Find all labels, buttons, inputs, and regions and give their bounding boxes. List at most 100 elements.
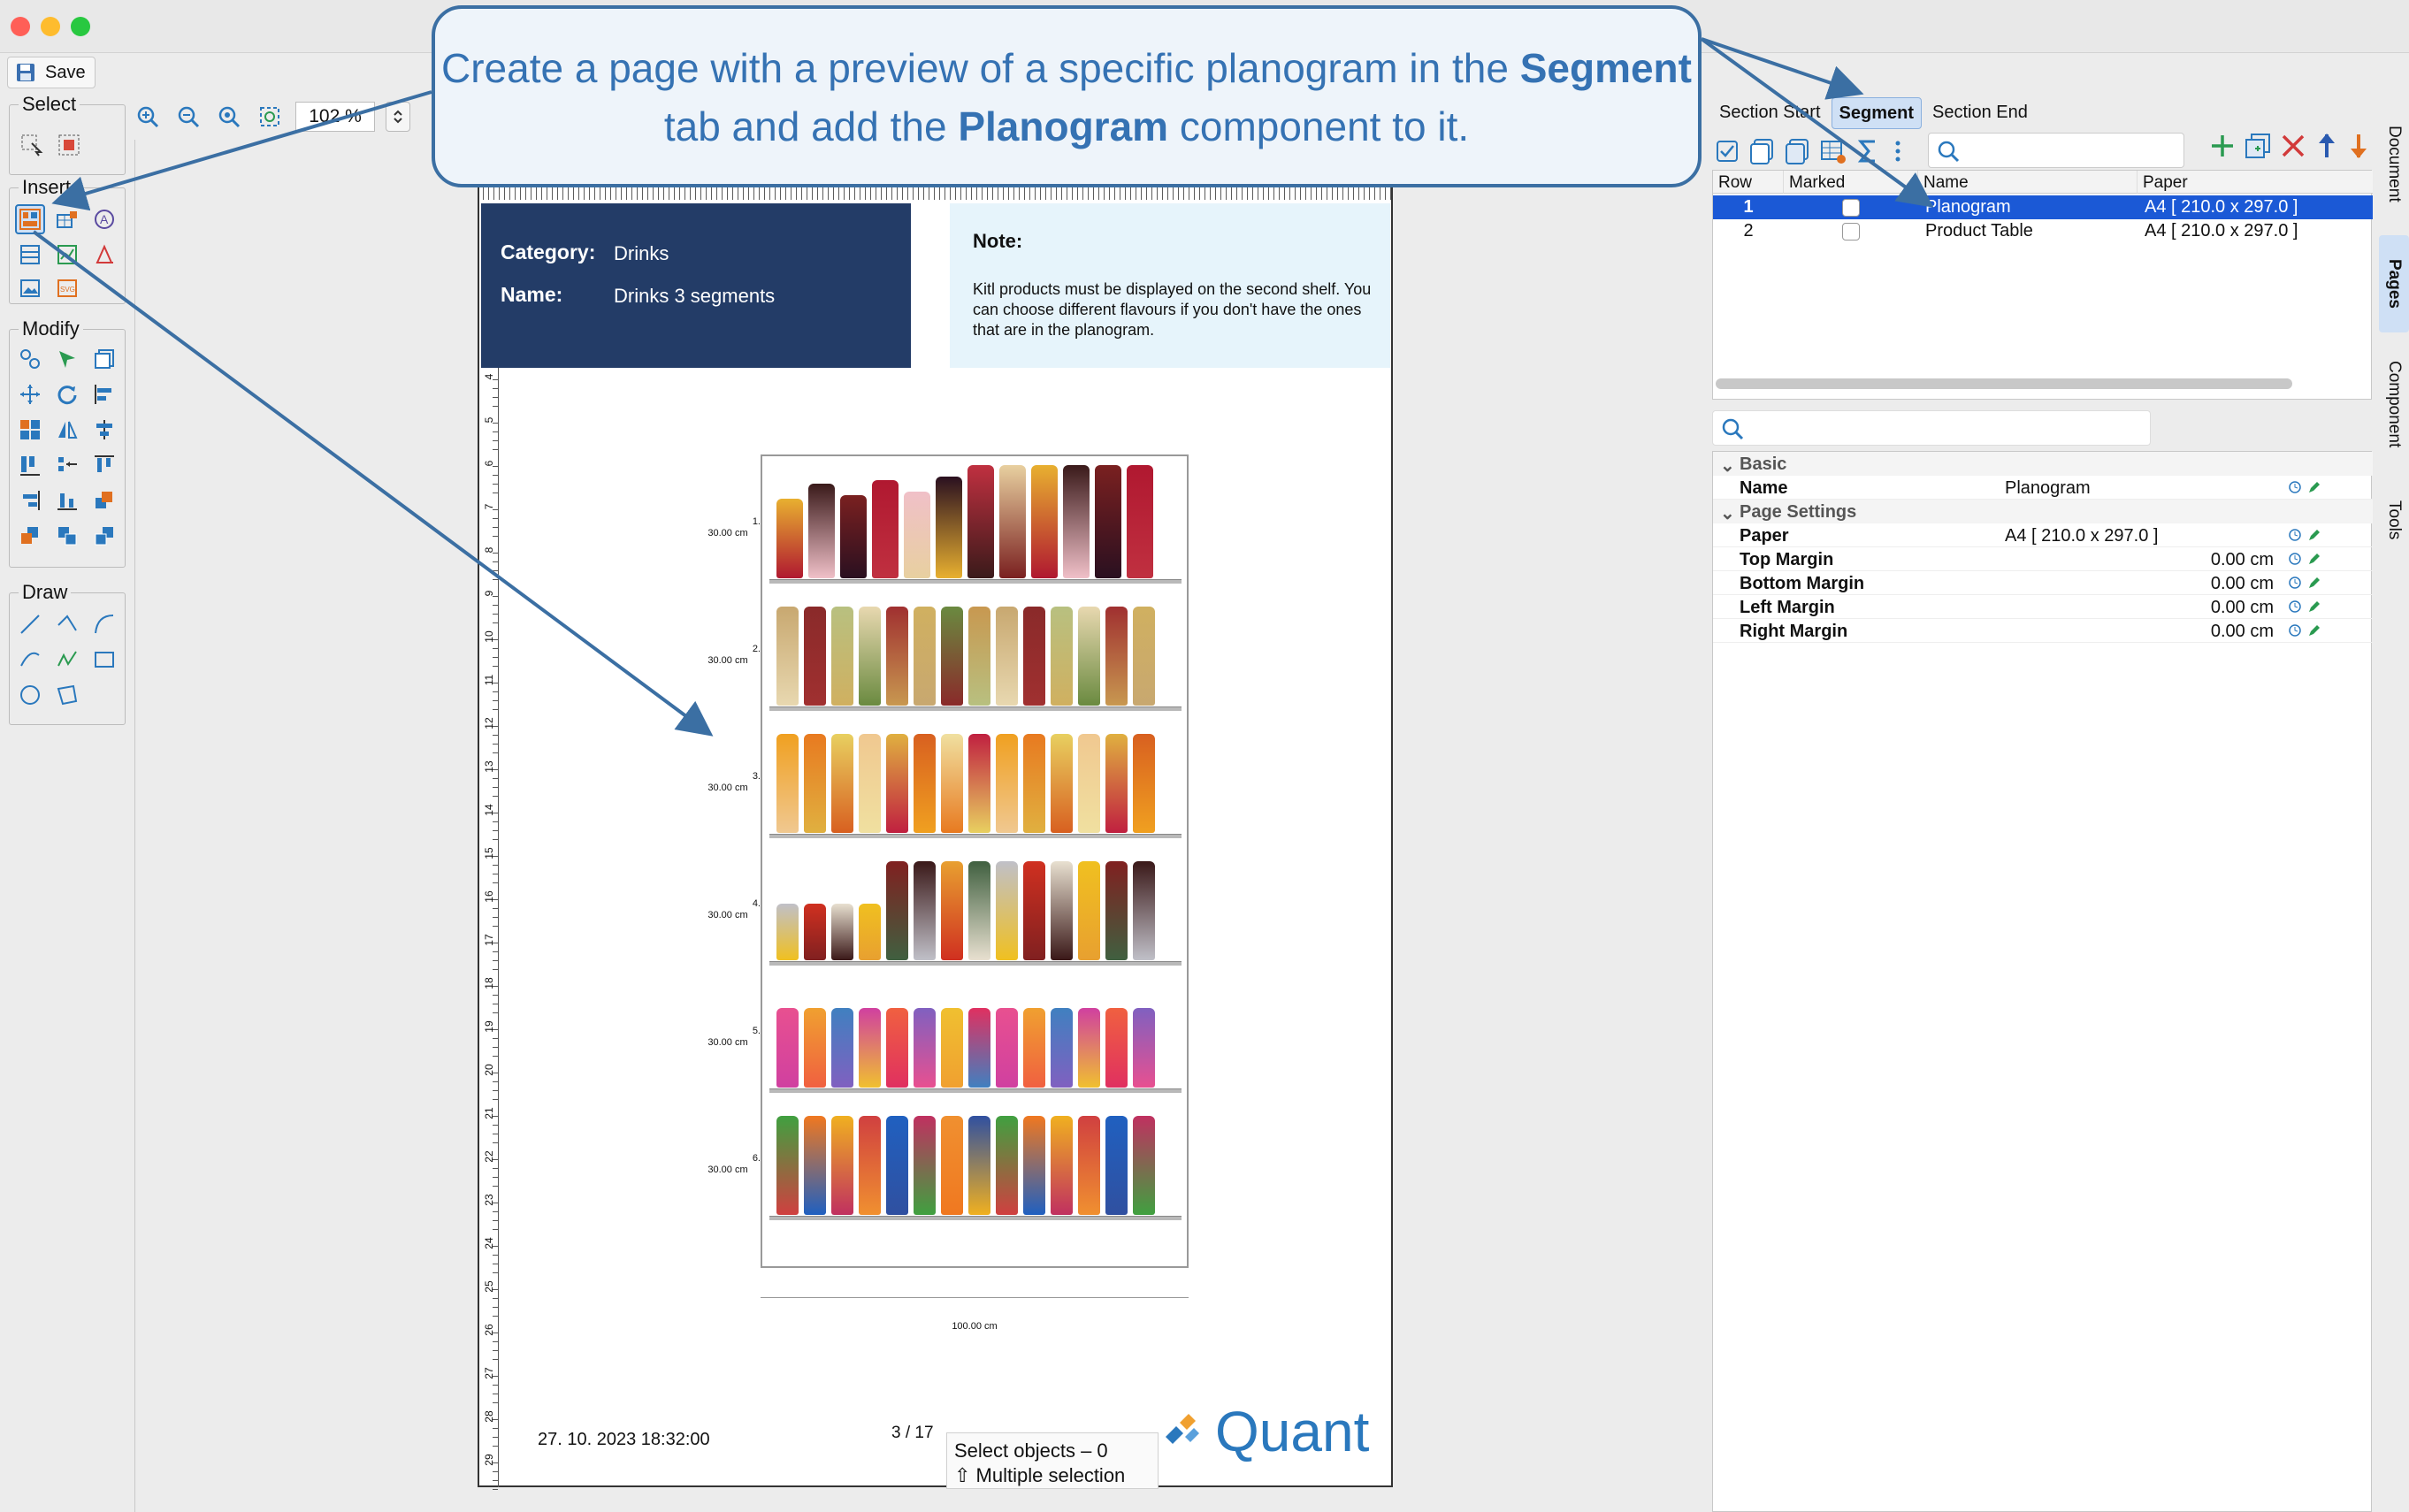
save-button[interactable]: Save bbox=[7, 57, 96, 88]
insert-list-icon[interactable] bbox=[15, 240, 45, 270]
align-bottom-icon[interactable] bbox=[52, 485, 82, 515]
pages-search-input[interactable] bbox=[1928, 133, 2184, 168]
column-header-row[interactable]: Row bbox=[1713, 171, 1784, 194]
tab-segment[interactable]: Segment bbox=[1831, 97, 1922, 129]
check-all-icon[interactable] bbox=[1712, 136, 1742, 166]
product-item[interactable] bbox=[859, 1008, 881, 1088]
align-center-icon[interactable] bbox=[89, 415, 119, 445]
zoom-in-icon[interactable] bbox=[133, 102, 163, 132]
planogram-shelf[interactable]: 4. 30.00 cm bbox=[707, 842, 1182, 966]
tab-section-end[interactable]: Section End bbox=[1925, 97, 2035, 129]
product-item[interactable] bbox=[859, 734, 881, 833]
prop-right-margin[interactable]: Right Margin 0.00 cm bbox=[1713, 619, 2373, 643]
rotate-icon[interactable] bbox=[52, 379, 82, 409]
edit-value-icon[interactable] bbox=[2307, 552, 2321, 566]
uncheck-all-icon[interactable] bbox=[1747, 136, 1778, 166]
product-item[interactable] bbox=[914, 607, 936, 706]
product-item[interactable] bbox=[1023, 1008, 1045, 1088]
product-item[interactable] bbox=[1078, 861, 1100, 960]
draw-line-icon[interactable] bbox=[15, 609, 45, 639]
product-item[interactable] bbox=[1063, 465, 1090, 578]
draw-rectangle-icon[interactable] bbox=[89, 645, 119, 675]
send-backward-icon[interactable] bbox=[15, 521, 45, 551]
space-evenly-icon[interactable] bbox=[52, 450, 82, 480]
align-left-icon[interactable] bbox=[89, 379, 119, 409]
zoom-actual-icon[interactable] bbox=[214, 102, 244, 132]
product-item[interactable] bbox=[1078, 1116, 1100, 1215]
product-item[interactable] bbox=[1051, 1008, 1073, 1088]
product-item[interactable] bbox=[914, 734, 936, 833]
product-item[interactable] bbox=[776, 607, 799, 706]
prop-name[interactable]: Name Planogram bbox=[1713, 476, 2373, 500]
planogram-shelf[interactable]: 1. 30.00 cm bbox=[707, 460, 1182, 584]
product-item[interactable] bbox=[941, 861, 963, 960]
product-item[interactable] bbox=[941, 1008, 963, 1088]
product-item[interactable] bbox=[999, 465, 1026, 578]
zoom-fit-icon[interactable] bbox=[255, 102, 285, 132]
product-item[interactable] bbox=[968, 1116, 990, 1215]
more-options-icon[interactable] bbox=[1889, 136, 1907, 166]
planogram-shelf[interactable]: 2. 30.00 cm bbox=[707, 587, 1182, 711]
product-item[interactable] bbox=[1105, 1116, 1128, 1215]
product-item[interactable] bbox=[1105, 607, 1128, 706]
product-item[interactable] bbox=[831, 1008, 853, 1088]
product-item[interactable] bbox=[996, 734, 1018, 833]
product-item[interactable] bbox=[859, 904, 881, 960]
product-item[interactable] bbox=[1051, 607, 1073, 706]
product-item[interactable] bbox=[1078, 607, 1100, 706]
delete-page-icon[interactable] bbox=[2278, 131, 2308, 161]
product-item[interactable] bbox=[1095, 465, 1121, 578]
table-row[interactable]: 1 Planogram A4 [ 210.0 x 297.0 ] bbox=[1713, 195, 2373, 219]
planogram-shelf[interactable]: 5. 30.00 cm bbox=[707, 969, 1182, 1093]
product-item[interactable] bbox=[776, 1008, 799, 1088]
insert-table-icon[interactable] bbox=[52, 204, 82, 234]
table-horizontal-scrollbar[interactable] bbox=[1716, 378, 2292, 389]
product-item[interactable] bbox=[808, 484, 835, 578]
product-item[interactable] bbox=[776, 734, 799, 833]
group-objects-icon[interactable] bbox=[15, 344, 45, 374]
product-item[interactable] bbox=[831, 904, 853, 960]
row-marked-checkbox[interactable] bbox=[1842, 223, 1860, 241]
column-header-marked[interactable]: Marked bbox=[1784, 171, 1918, 194]
product-item[interactable] bbox=[914, 1008, 936, 1088]
product-item[interactable] bbox=[1127, 465, 1153, 578]
product-item[interactable] bbox=[840, 495, 867, 578]
product-item[interactable] bbox=[996, 1116, 1018, 1215]
product-item[interactable] bbox=[936, 477, 962, 578]
product-item[interactable] bbox=[886, 607, 908, 706]
product-item[interactable] bbox=[804, 607, 826, 706]
product-item[interactable] bbox=[968, 734, 990, 833]
side-tab-component[interactable]: Component bbox=[2379, 338, 2409, 470]
draw-curve-icon[interactable] bbox=[15, 645, 45, 675]
duplicate-page-icon[interactable] bbox=[2243, 131, 2273, 161]
product-item[interactable] bbox=[1051, 1116, 1073, 1215]
prop-paper[interactable]: Paper A4 [ 210.0 x 297.0 ] bbox=[1713, 523, 2373, 547]
product-item[interactable] bbox=[1105, 861, 1128, 960]
zoom-window-icon[interactable] bbox=[71, 17, 90, 36]
insert-text-icon[interactable]: A bbox=[89, 204, 119, 234]
product-item[interactable] bbox=[886, 1008, 908, 1088]
product-item[interactable] bbox=[859, 1116, 881, 1215]
product-item[interactable] bbox=[941, 607, 963, 706]
product-item[interactable] bbox=[941, 1116, 963, 1215]
draw-ellipse-icon[interactable] bbox=[15, 680, 45, 710]
table-settings-icon[interactable] bbox=[1818, 136, 1848, 166]
product-item[interactable] bbox=[831, 1116, 853, 1215]
product-item[interactable] bbox=[776, 1116, 799, 1215]
page-preview[interactable]: 1234567891011121314151617181920212223242… bbox=[478, 186, 1393, 1490]
planogram-shelf[interactable]: 3. 30.00 cm bbox=[707, 714, 1182, 838]
edit-value-icon[interactable] bbox=[2307, 480, 2321, 494]
side-tab-tools[interactable]: Tools bbox=[2379, 476, 2409, 564]
sum-icon[interactable] bbox=[1854, 136, 1884, 166]
duplicate-icon[interactable] bbox=[89, 344, 119, 374]
bring-forward-icon[interactable] bbox=[89, 485, 119, 515]
copy-page-icon[interactable] bbox=[1783, 136, 1813, 166]
section-page-settings[interactable]: ⌄ Page Settings bbox=[1713, 500, 2373, 523]
draw-freehand-icon[interactable] bbox=[52, 645, 82, 675]
product-item[interactable] bbox=[1105, 734, 1128, 833]
product-item[interactable] bbox=[804, 904, 826, 960]
prop-bottom-margin[interactable]: Bottom Margin 0.00 cm bbox=[1713, 571, 2373, 595]
product-item[interactable] bbox=[1051, 861, 1073, 960]
product-item[interactable] bbox=[1023, 861, 1045, 960]
product-item[interactable] bbox=[914, 1116, 936, 1215]
